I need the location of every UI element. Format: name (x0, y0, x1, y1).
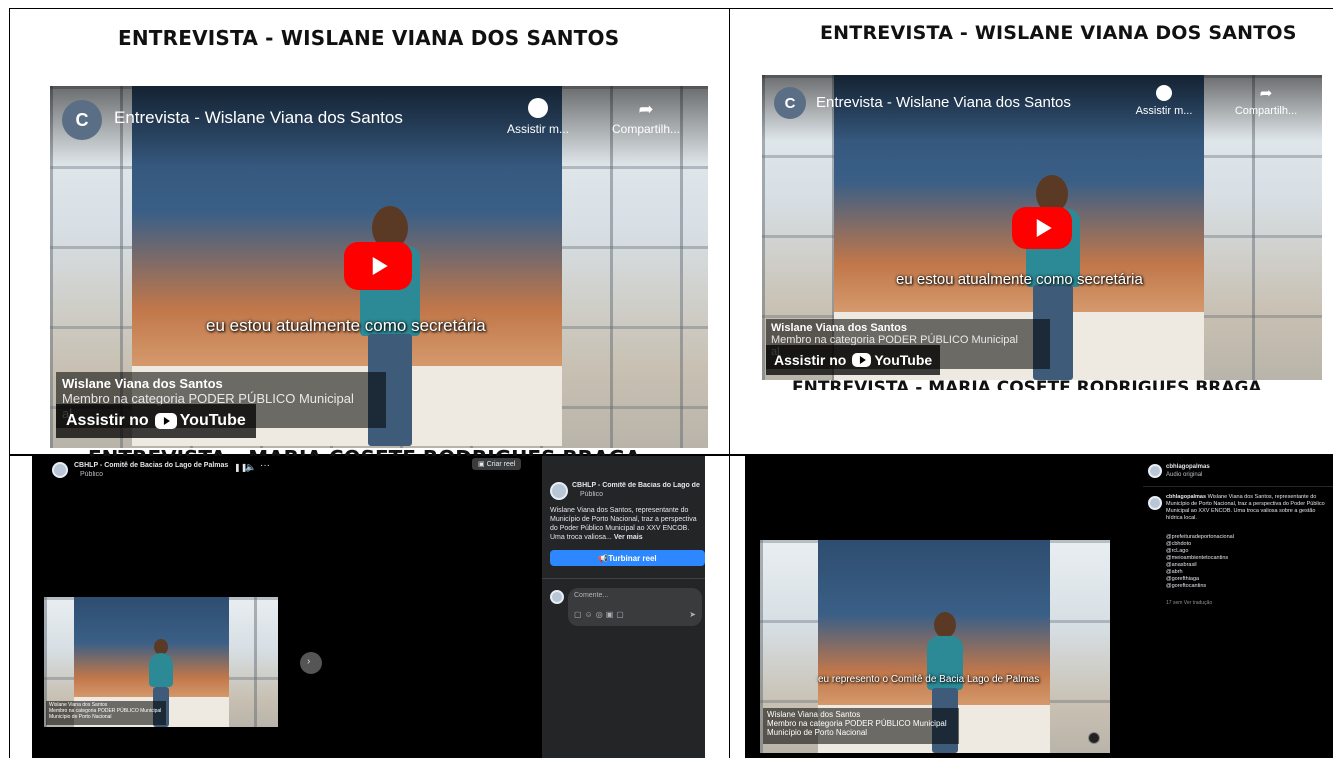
reel-video[interactable]: eu represento o Comitê de Bacia Lago de … (760, 540, 1110, 753)
reel-icon: ▣ (478, 461, 487, 468)
grid-left-border (9, 8, 10, 758)
video-title[interactable]: Entrevista - Wislane Viana dos Santos (816, 94, 1071, 111)
mute-icon[interactable] (1088, 732, 1100, 744)
clock-icon (1156, 85, 1172, 101)
post-text: Wislane Viana dos Santos, representante … (550, 507, 697, 541)
next-heading-clipped: ENTREVISTA - MARIA COSETE RODRIGUES BRAG… (792, 380, 1262, 390)
create-reel-button[interactable]: ▣ Criar reel (472, 458, 522, 470)
volume-icon[interactable]: 🔈 (245, 462, 256, 473)
clock-icon (528, 98, 548, 118)
instagram-reel-view: eu represento o Comitê de Bacia Lago de … (745, 456, 1333, 758)
side-page-name[interactable]: CBHLP - Comitê de Bacias do Lago de P (572, 482, 702, 489)
video-title[interactable]: Entrevista - Wislane Viana dos Santos (114, 108, 403, 128)
watch-on-youtube-button[interactable]: Assistir no YouTube (766, 345, 941, 375)
post-account-avatar[interactable] (1148, 496, 1162, 510)
more-options-icon[interactable]: ··· (260, 460, 270, 471)
reel-video[interactable]: Wislane Viana dos Santos Membro na categ… (44, 597, 278, 727)
screenshot-grid: ENTREVISTA - WISLANE VIANA DOS SANTOS C … (0, 0, 1333, 758)
audio-label[interactable]: Áudio original (1166, 472, 1202, 478)
account-avatar[interactable] (1148, 464, 1162, 478)
comment-input[interactable]: Comente... ▢☺◎▣▢ ➤ (568, 588, 702, 626)
section-heading: ENTREVISTA - WISLANE VIANA DOS SANTOS (118, 26, 620, 50)
megaphone-icon: 📢 (598, 553, 609, 563)
video-caption: eu estou atualmente como secretária (896, 271, 1143, 288)
audience-label: Público (80, 471, 103, 478)
youtube-embed[interactable]: C Entrevista - Wislane Viana dos Santos … (50, 86, 708, 448)
page-name[interactable]: CBHLP - Comitê de Bacias do Lago de Palm… (74, 462, 228, 469)
next-heading-clipped: ENTREVISTA - MARIA COSETE RODRIGUES BRAG… (88, 448, 688, 456)
next-reel-button[interactable]: › (300, 652, 322, 674)
share-button[interactable]: ➦ Compartilh... (606, 98, 686, 136)
send-icon[interactable]: ➤ (689, 610, 696, 619)
page-avatar[interactable] (52, 462, 68, 478)
grid-top-border (9, 8, 1333, 9)
lower-third: Wislane Viana dos Santos Membro na categ… (763, 708, 959, 744)
share-button[interactable]: ➦ Compartilh... (1226, 85, 1306, 117)
video-caption: eu estou atualmente como secretária (206, 316, 486, 335)
boost-reel-button[interactable]: 📢 Turbinar reel (550, 550, 705, 566)
see-more-link[interactable]: Ver mais (614, 534, 643, 541)
lower-third: Wislane Viana dos Santos Membro na categ… (46, 701, 166, 725)
youtube-logo-icon: YouTube (154, 412, 246, 430)
watch-later-button[interactable]: Assistir m... (1124, 85, 1204, 117)
channel-avatar[interactable]: C (62, 100, 102, 140)
commenter-avatar (550, 590, 564, 604)
comment-tools-icons[interactable]: ▢☺◎▣▢ (574, 610, 627, 619)
side-audience: Público (580, 491, 603, 498)
video-caption: eu represento o Comitê de Bacia Lago de … (818, 674, 1040, 685)
channel-avatar[interactable]: C (774, 87, 806, 119)
play-button[interactable] (1012, 207, 1072, 249)
share-icon: ➦ (638, 99, 654, 119)
grid-center-border (729, 8, 730, 758)
reel-side-panel: CBHLP - Comitê de Bacias do Lago de P Pú… (542, 456, 705, 758)
youtube-logo-icon: YouTube (852, 352, 932, 368)
chevron-right-icon: › (307, 656, 311, 667)
play-button[interactable] (344, 242, 412, 290)
youtube-embed[interactable]: C Entrevista - Wislane Viana dos Santos … (762, 75, 1322, 380)
watch-later-button[interactable]: Assistir m... (498, 98, 578, 136)
divider (542, 578, 705, 579)
watch-on-youtube-button[interactable]: Assistir no YouTube (56, 404, 256, 438)
section-heading: ENTREVISTA - WISLANE VIANA DOS SANTOS (820, 22, 1297, 44)
post-caption: cbhlagopalmas Wislane Viana dos Santos, … (1166, 494, 1325, 521)
facebook-reel-view: CBHLP - Comitê de Bacias do Lago de Palm… (32, 456, 705, 758)
divider (1143, 486, 1333, 487)
hashtag-list: @prefeituradeportonacional @cbhdoto @rcL… (1166, 534, 1234, 589)
account-name[interactable]: cbhlagopalmas (1166, 464, 1210, 470)
page-avatar[interactable] (550, 482, 568, 500)
post-meta[interactable]: 17 sem Ver tradução (1166, 600, 1212, 606)
share-icon: ➦ (1259, 85, 1273, 102)
